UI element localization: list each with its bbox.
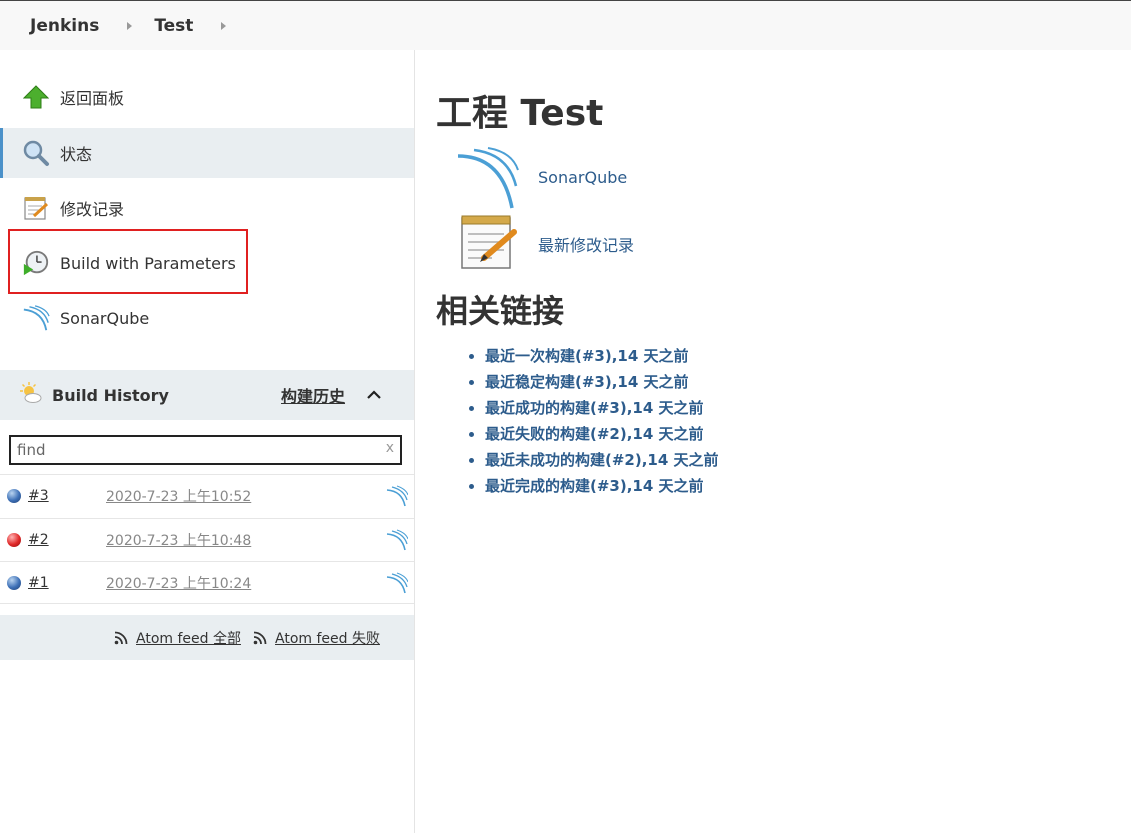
- task-build-with-parameters[interactable]: Build with Parameters: [0, 238, 414, 288]
- permalinks-list: 最近一次构建(#3),14 天之前 最近稳定构建(#3),14 天之前 最近成功…: [465, 343, 719, 499]
- build-date-link[interactable]: 2020-7-23 上午10:48: [106, 530, 251, 550]
- sonarqube-icon[interactable]: [386, 485, 409, 507]
- status-blue-ball-icon: [7, 489, 21, 503]
- list-item: 最近一次构建(#3),14 天之前: [485, 343, 719, 369]
- task-label: 状态: [60, 145, 93, 164]
- clock-play-icon: [22, 249, 50, 277]
- list-item: 最近未成功的构建(#2),14 天之前: [485, 447, 719, 473]
- permalink-last-stable[interactable]: 最近稳定构建(#3),14 天之前: [485, 373, 689, 391]
- status-red-ball-icon: [7, 533, 21, 547]
- breadcrumb-jenkins[interactable]: Jenkins: [30, 16, 99, 36]
- status-blue-ball-icon: [7, 575, 21, 590]
- atom-feed-all-link[interactable]: Atom feed 全部: [114, 628, 241, 648]
- build-history-title: Build History: [52, 385, 169, 405]
- sonarqube-icon: [457, 147, 519, 209]
- build-date-link[interactable]: 2020-7-23 上午10:24: [106, 573, 251, 593]
- notepad-icon: [22, 194, 50, 222]
- feed-label: Atom feed 全部: [136, 630, 241, 647]
- sonarqube-icon[interactable]: [386, 529, 409, 551]
- permalink-last-failed[interactable]: 最近失败的构建(#2),14 天之前: [485, 425, 704, 443]
- list-item: 最近失败的构建(#2),14 天之前: [485, 421, 719, 447]
- build-date-link[interactable]: 2020-7-23 上午10:52: [106, 486, 251, 506]
- table-row: #3 2020-7-23 上午10:52: [0, 474, 414, 517]
- build-history-header: Build History 构建历史: [0, 370, 414, 420]
- build-search: x: [9, 435, 402, 465]
- task-back-to-dashboard[interactable]: 返回面板: [0, 72, 414, 122]
- build-trend-link[interactable]: 构建历史: [281, 383, 345, 407]
- rss-icon: [253, 631, 267, 644]
- breadcrumb-chevron-icon[interactable]: [127, 21, 133, 30]
- task-changes[interactable]: 修改记录: [0, 183, 414, 233]
- clear-icon[interactable]: x: [386, 440, 394, 456]
- related-links-title: 相关链接: [436, 292, 565, 330]
- table-row: #2 2020-7-23 上午10:48: [0, 518, 414, 561]
- main-panel: 工程 Test SonarQube 最新修改记录 相关链接 最近一次构建(#3)…: [416, 50, 1131, 833]
- list-item: 最近完成的构建(#3),14 天之前: [485, 473, 719, 499]
- table-row: #1 2020-7-23 上午10:24: [0, 561, 414, 604]
- main-link-sonarqube[interactable]: SonarQube: [456, 146, 627, 210]
- permalink-last-build[interactable]: 最近一次构建(#3),14 天之前: [485, 347, 689, 365]
- breadcrumb-test[interactable]: Test: [154, 16, 193, 36]
- build-search-input[interactable]: [11, 438, 371, 462]
- up-arrow-icon: [22, 83, 50, 111]
- feed-label: Atom feed 失败: [275, 630, 380, 647]
- permalink-last-unsuccessful[interactable]: 最近未成功的构建(#2),14 天之前: [485, 451, 719, 469]
- task-label: 返回面板: [60, 89, 125, 108]
- build-number-link[interactable]: #2: [28, 532, 49, 548]
- chevron-up-icon[interactable]: [366, 387, 382, 403]
- permalink-last-completed[interactable]: 最近完成的构建(#3),14 天之前: [485, 477, 704, 495]
- breadcrumb: Jenkins Test: [0, 0, 1131, 50]
- task-label: 修改记录: [60, 200, 125, 219]
- rss-icon: [114, 631, 128, 644]
- build-history-footer: Atom feed 全部 Atom feed 失败: [0, 615, 414, 660]
- build-number-link[interactable]: #1: [28, 575, 49, 591]
- build-number-link[interactable]: #3: [28, 488, 49, 504]
- task-label: Build with Parameters: [60, 253, 236, 273]
- link-label: SonarQube: [538, 168, 628, 187]
- weather-icon: [20, 382, 42, 408]
- list-item: 最近稳定构建(#3),14 天之前: [485, 369, 719, 395]
- notepad-icon: [461, 215, 517, 269]
- link-label: 最新修改记录: [538, 236, 635, 255]
- page-title: 工程 Test: [436, 93, 604, 134]
- task-sonarqube[interactable]: SonarQube: [0, 293, 414, 343]
- task-status[interactable]: 状态: [0, 128, 414, 178]
- task-label: SonarQube: [60, 308, 150, 328]
- search-icon: [22, 139, 50, 167]
- atom-feed-failed-link[interactable]: Atom feed 失败: [253, 628, 380, 648]
- permalink-last-successful[interactable]: 最近成功的构建(#3),14 天之前: [485, 399, 704, 417]
- list-item: 最近成功的构建(#3),14 天之前: [485, 395, 719, 421]
- breadcrumb-chevron-icon[interactable]: [221, 21, 227, 30]
- main-link-latest-changes[interactable]: 最新修改记录: [456, 210, 634, 274]
- sonarqube-icon[interactable]: [386, 571, 409, 594]
- side-panel: 返回面板 状态 修改记录 Build with Parameters Sonar…: [0, 50, 415, 833]
- sonarqube-icon: [22, 304, 50, 332]
